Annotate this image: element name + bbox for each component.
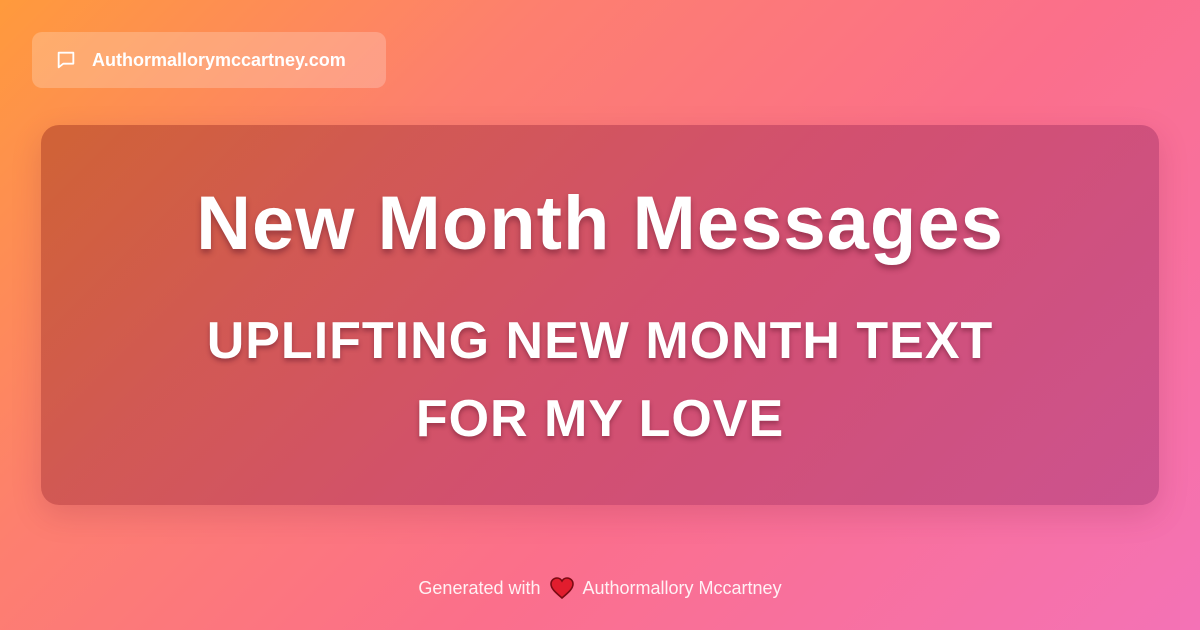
site-name: Authormallorymccartney.com — [92, 49, 346, 70]
footer-prefix: Generated with — [418, 577, 541, 598]
site-badge[interactable]: Authormallorymccartney.com — [32, 32, 386, 88]
footer-author: Authormallory Mccartney — [582, 577, 782, 598]
page-subtitle: UPLIFTING NEW MONTH TEXT FOR MY LOVE — [206, 312, 994, 448]
chat-bubble-icon — [54, 48, 78, 72]
headline-card: New Month Messages UPLIFTING NEW MONTH T… — [41, 125, 1159, 505]
page-title: New Month Messages — [196, 181, 1004, 266]
footer-credit: Generated with Authormallory Mccartney — [0, 574, 1200, 602]
heart-icon — [549, 576, 575, 600]
